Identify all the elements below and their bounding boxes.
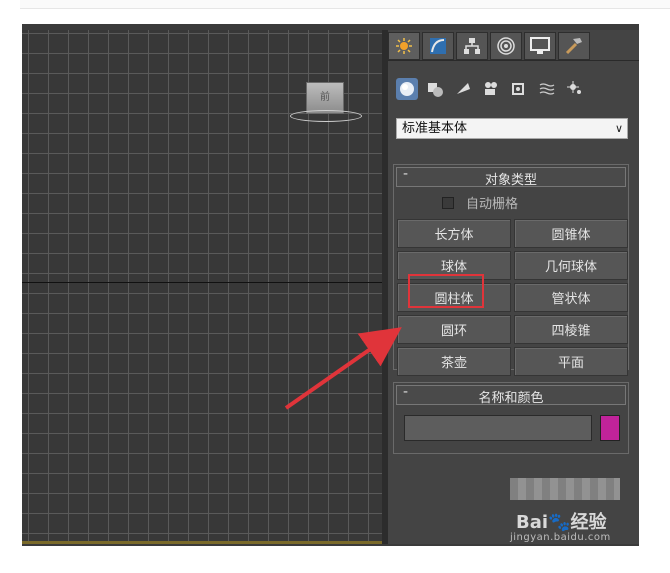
baidu-watermark: Bai🐾经验 jingyan.baidu.com [510,478,640,544]
watermark-url: jingyan.baidu.com [510,532,611,543]
arrow-line [284,327,402,410]
watermark-blur [510,478,620,500]
watermark-brand: Bai🐾经验 [516,512,607,533]
